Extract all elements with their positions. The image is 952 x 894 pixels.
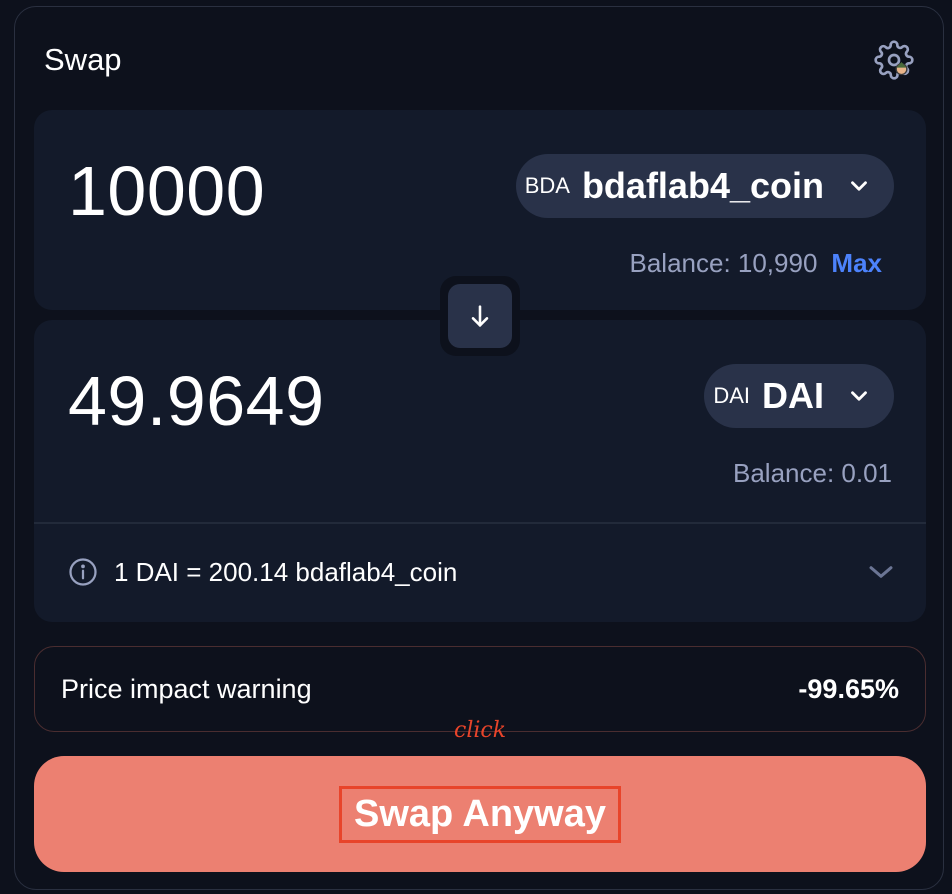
chevron-down-icon bbox=[851, 181, 867, 191]
buy-token-selector[interactable]: DAI DAI bbox=[704, 364, 894, 428]
max-button[interactable]: Max bbox=[831, 248, 882, 279]
buy-panel: 49.9649 DAI DAI Balance: 0.01 1 DAI = 20… bbox=[34, 320, 926, 622]
swap-direction-button[interactable] bbox=[448, 284, 512, 348]
warning-value: -99.65% bbox=[798, 673, 899, 704]
rate-row[interactable]: 1 DAI = 200.14 bdaflab4_coin bbox=[68, 552, 898, 592]
balance-text: Balance: 0.01 bbox=[732, 458, 892, 488]
exchange-rate-text: 1 DAI = 200.14 bdaflab4_coin bbox=[114, 556, 458, 587]
info-icon bbox=[69, 558, 97, 586]
divider bbox=[34, 522, 926, 524]
sell-token-selector[interactable]: BDA bdaflab4_coin bbox=[515, 154, 894, 218]
token-logo-text: DAI bbox=[713, 383, 750, 408]
token-name: DAI bbox=[762, 375, 824, 416]
chevron-down-icon[interactable] bbox=[864, 555, 898, 589]
arrow-down-icon bbox=[471, 305, 489, 327]
swap-anyway-button[interactable]: Swap Anyway bbox=[34, 756, 926, 872]
token-name: bdaflab4_coin bbox=[581, 165, 824, 206]
swap-button-label: Swap Anyway bbox=[338, 785, 621, 843]
buy-amount-input[interactable]: 49.9649 bbox=[68, 366, 325, 436]
chevron-down-icon bbox=[851, 391, 867, 401]
sell-balance: Balance: 10,990 Max bbox=[629, 248, 892, 279]
warning-label: Price impact warning bbox=[61, 673, 312, 704]
click-annotation: click bbox=[454, 718, 507, 743]
swap-header: Swap bbox=[44, 36, 914, 84]
page-title: Swap bbox=[44, 42, 122, 77]
gear-icon bbox=[874, 40, 914, 80]
rate-info: 1 DAI = 200.14 bdaflab4_coin bbox=[68, 557, 457, 588]
settings-button[interactable] bbox=[872, 38, 916, 82]
swap-direction-wrapper bbox=[440, 276, 520, 356]
buy-balance: Balance: 0.01 bbox=[733, 458, 892, 489]
sell-amount-input[interactable]: 10000 bbox=[68, 156, 265, 226]
token-logo-text: BDA bbox=[524, 173, 570, 198]
balance-text: Balance: 10,990 bbox=[629, 248, 818, 278]
